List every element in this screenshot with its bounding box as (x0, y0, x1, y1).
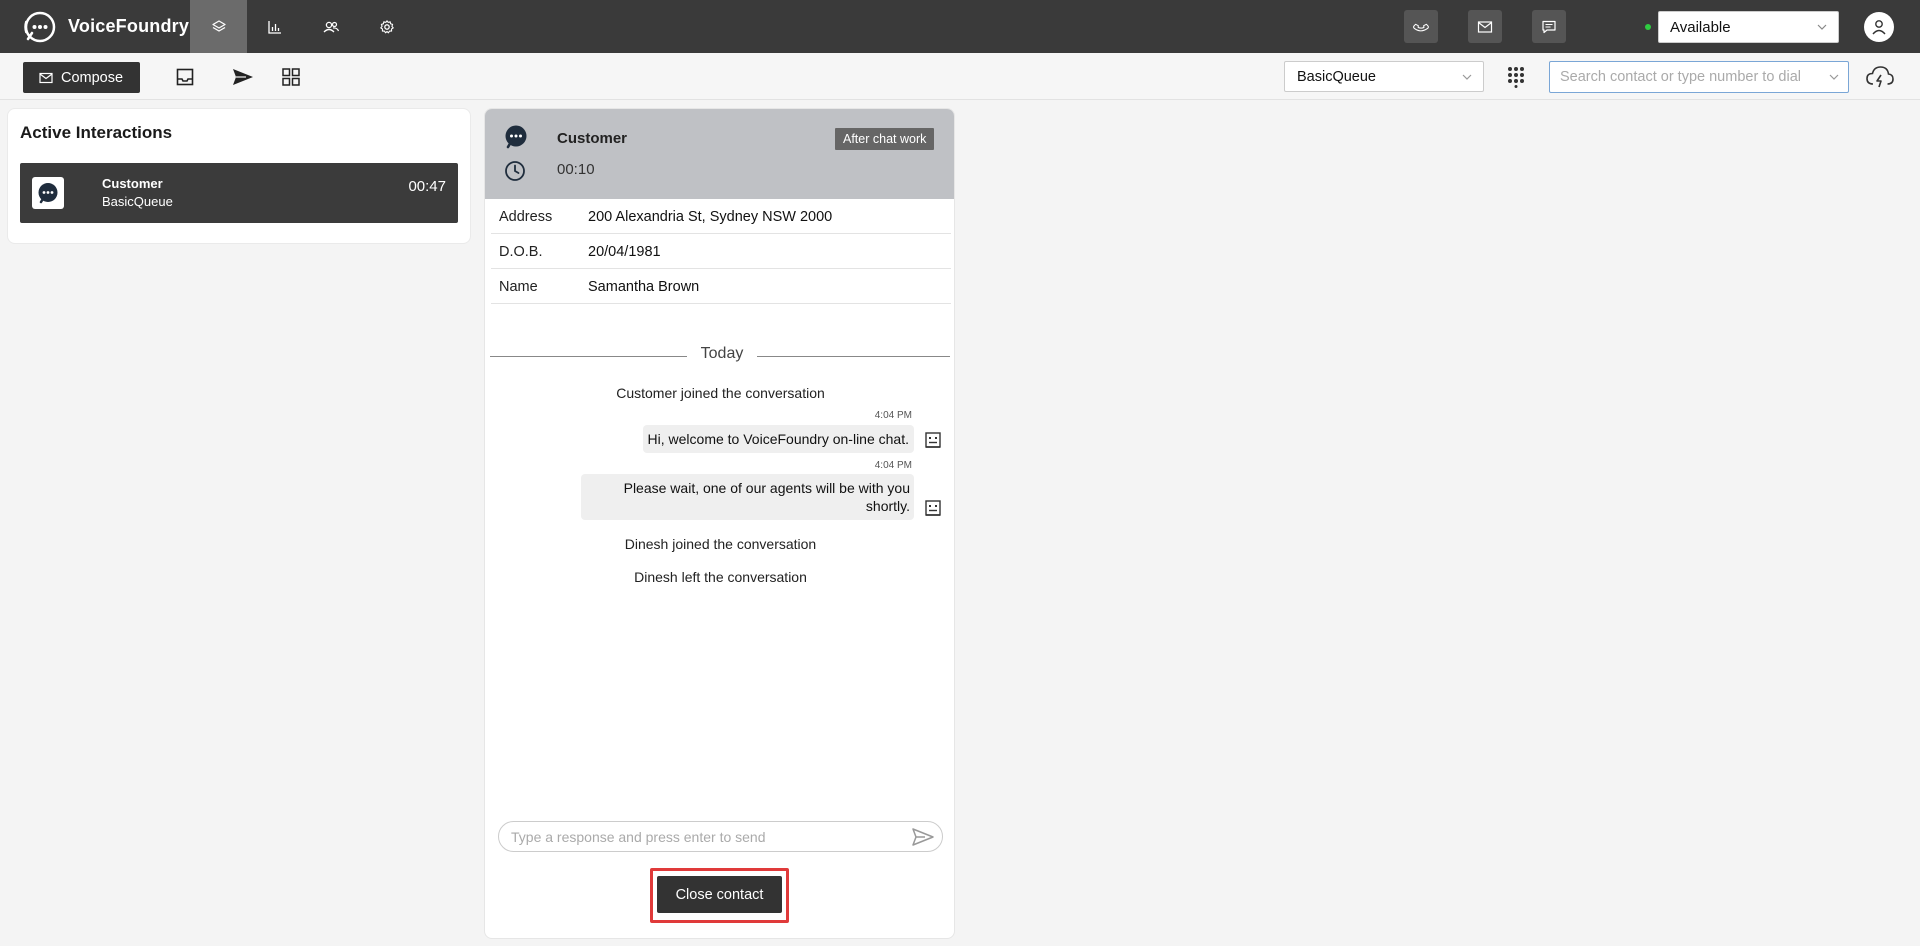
close-contact-label: Close contact (675, 886, 764, 903)
chat-timer: 00:10 (557, 161, 595, 178)
user-avatar-button[interactable] (1864, 12, 1894, 42)
reply-input[interactable] (511, 828, 901, 845)
attribute-value: Samantha Brown (588, 279, 700, 295)
bot-icon (924, 499, 942, 517)
nav-tab-workspace[interactable] (190, 0, 247, 53)
nav-tab-settings[interactable] (358, 0, 415, 53)
mail-icon (1477, 20, 1493, 34)
inbox-button[interactable] (171, 63, 199, 91)
compose-label: Compose (61, 69, 124, 86)
status-indicator-dot (1645, 24, 1651, 30)
date-divider: Today (490, 344, 950, 364)
divider-line (490, 356, 687, 357)
chat-channel-button[interactable] (1532, 10, 1566, 43)
queue-select-value: BasicQueue (1297, 68, 1376, 85)
dialpad-icon (1507, 66, 1525, 88)
chat-message-bubble: Hi, welcome to VoiceFoundry on-line chat… (642, 425, 914, 453)
chat-panel: Customer 00:10 After chat work Address 2… (484, 108, 955, 939)
contact-attribute-row: D.O.B. 20/04/1981 (491, 234, 951, 269)
divider-line (757, 356, 950, 357)
chat-icon (1541, 19, 1557, 35)
chat-message-text: Hi, welcome to VoiceFoundry on-line chat… (647, 431, 909, 447)
message-timestamp: 4:04 PM (874, 410, 912, 421)
interaction-card[interactable]: Customer BasicQueue 00:47 (20, 163, 458, 223)
grid-icon (281, 67, 301, 87)
system-message: Customer joined the conversation (616, 385, 825, 401)
chat-message-text: shortly. (865, 498, 910, 514)
layers-icon (211, 19, 227, 35)
contact-search-box[interactable] (1549, 61, 1849, 93)
cloud-icon (1865, 64, 1895, 90)
compose-button[interactable]: Compose (23, 62, 140, 93)
attribute-value: 20/04/1981 (588, 244, 661, 260)
attribute-label: Address (499, 209, 553, 225)
dashboard-grid-button[interactable] (277, 63, 305, 91)
email-channel-button[interactable] (1468, 10, 1502, 43)
chat-bubble-icon (503, 124, 529, 150)
inbox-icon (175, 67, 195, 87)
active-interactions-title: Active Interactions (20, 123, 173, 142)
toolbar: Compose BasicQueue (0, 53, 1920, 100)
contact-attribute-row: Address 200 Alexandria St, Sydney NSW 20… (491, 199, 951, 234)
attribute-label: Name (499, 279, 538, 295)
mail-icon (39, 72, 53, 84)
agent-status-select[interactable]: Available (1658, 11, 1839, 43)
bot-icon (924, 431, 942, 449)
clock-icon (503, 159, 527, 183)
chevron-down-icon (1828, 71, 1840, 83)
system-message: Dinesh joined the conversation (624, 536, 817, 552)
gear-icon (379, 19, 395, 35)
nav-tab-reports[interactable] (246, 0, 303, 53)
send-icon[interactable] (912, 827, 934, 847)
cloud-sync-button[interactable] (1864, 62, 1896, 92)
date-divider-label: Today (700, 345, 744, 362)
reply-box[interactable] (498, 821, 943, 852)
chat-bubble-icon (32, 177, 64, 209)
brand[interactable]: VoiceFoundry (22, 8, 189, 45)
phone-icon (1413, 19, 1429, 35)
dialpad-button[interactable] (1502, 63, 1530, 91)
interaction-timer: 00:47 (408, 178, 446, 195)
user-icon (1870, 18, 1888, 36)
brand-name: VoiceFoundry (68, 16, 190, 36)
interaction-contact-name: Customer (102, 176, 163, 191)
chevron-down-icon (1461, 71, 1473, 83)
voicefoundry-logo-icon (22, 9, 58, 45)
contact-search-input[interactable] (1560, 69, 1810, 85)
system-message: Dinesh left the conversation (634, 569, 807, 585)
close-contact-button[interactable]: Close contact (657, 876, 782, 913)
agent-status-value: Available (1670, 18, 1731, 36)
contact-attribute-row: Name Samantha Brown (491, 269, 951, 304)
attribute-value: 200 Alexandria St, Sydney NSW 2000 (588, 209, 833, 225)
chevron-down-icon (1816, 21, 1828, 33)
send-icon (232, 67, 254, 87)
message-timestamp: 4:04 PM (874, 460, 912, 471)
chat-header: Customer 00:10 After chat work (485, 109, 954, 199)
chat-message-text: Please wait, one of our agents will be w… (623, 480, 910, 496)
queue-select[interactable]: BasicQueue (1284, 61, 1484, 92)
chat-message-bubble: Please wait, one of our agents will be w… (581, 474, 914, 520)
bar-chart-icon (267, 19, 283, 35)
chat-contact-name: Customer (557, 130, 628, 147)
phone-channel-button[interactable] (1404, 10, 1438, 43)
after-chat-work-badge: After chat work (835, 128, 935, 150)
sent-button[interactable] (229, 63, 257, 91)
active-interactions-panel: Active Interactions Customer BasicQueue … (7, 108, 471, 244)
users-icon (322, 19, 340, 35)
nav-tab-users[interactable] (302, 0, 359, 53)
attribute-label: D.O.B. (499, 244, 543, 260)
interaction-queue: BasicQueue (102, 194, 173, 209)
top-navigation-bar: VoiceFoundry Available (0, 0, 1920, 53)
